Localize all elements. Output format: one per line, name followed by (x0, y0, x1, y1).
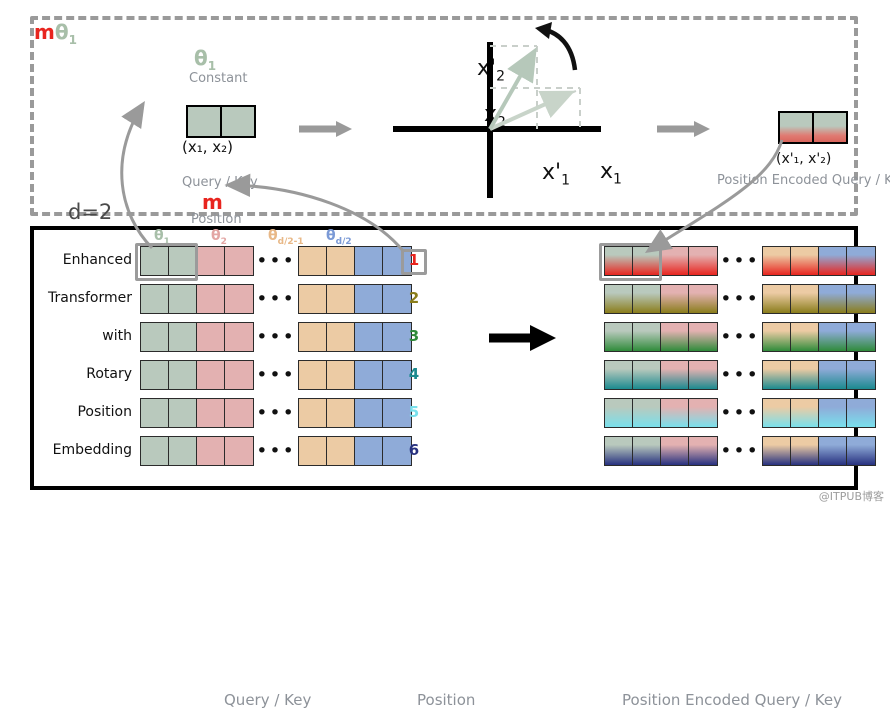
arrow-input-to-plot (299, 121, 352, 137)
figure-canvas: d=2 θ1 Constant (x₁, x₂) Query / Key m P… (0, 0, 890, 709)
arrow-plot-to-output (657, 121, 710, 137)
query-key-label-bottom: Query / Key (224, 691, 312, 709)
plot-guidelines (489, 45, 581, 130)
connector-overlay (120, 22, 784, 351)
connector-position-to-m (224, 173, 406, 253)
watermark: @ITPUB博客 (818, 490, 884, 503)
transform-arrow (489, 325, 556, 351)
rotation-arc-arrow (535, 22, 578, 71)
connector-output-to-encoded-row (644, 139, 784, 253)
connector-theta1-to-box (120, 100, 154, 250)
position-label-bottom: Position (417, 691, 476, 709)
encoded-query-key-label-bottom: Position Encoded Query / Key (622, 691, 842, 709)
